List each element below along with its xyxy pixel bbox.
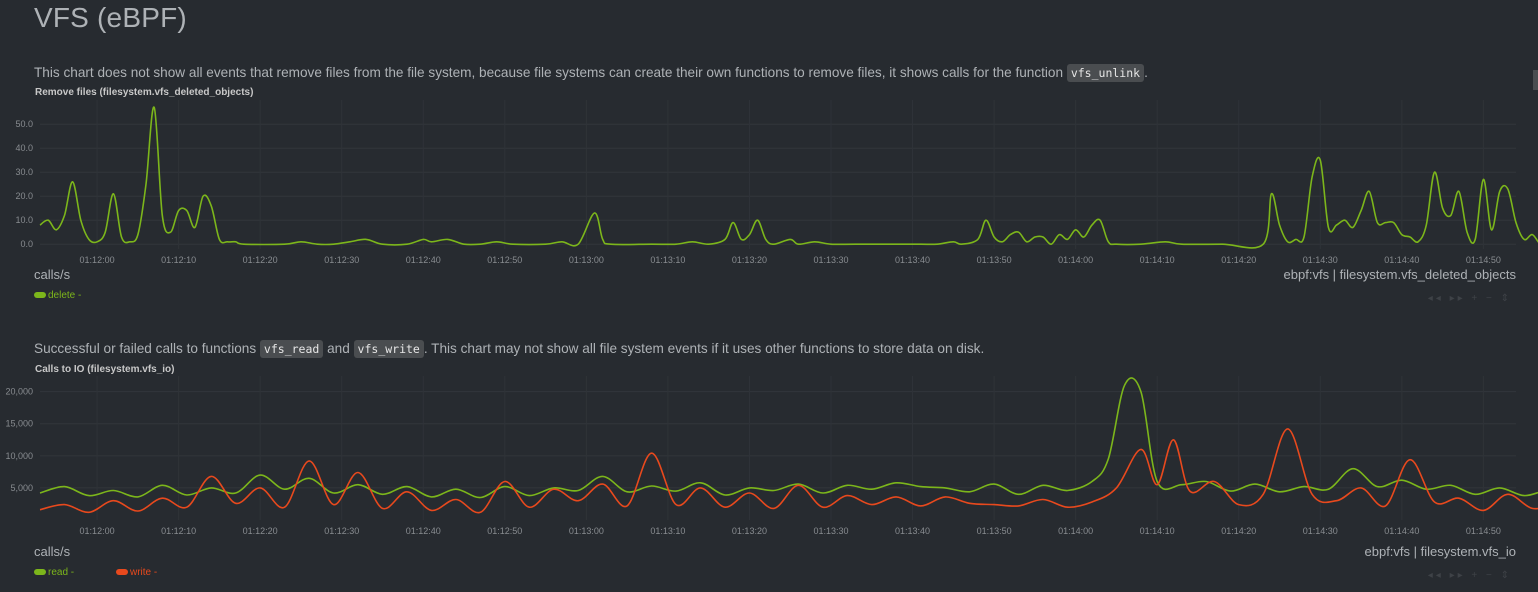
y-tick-label: 0.0 xyxy=(20,239,33,249)
y-tick-label: 40.0 xyxy=(15,143,33,153)
x-tick-label: 01:14:10 xyxy=(1140,255,1175,265)
legend-swatch xyxy=(116,569,128,576)
function-code: vfs_unlink xyxy=(1066,64,1145,82)
x-tick-label: 01:14:30 xyxy=(1303,255,1338,265)
x-tick-label: 01:14:00 xyxy=(1058,526,1093,536)
x-tick-label: 01:13:00 xyxy=(569,526,604,536)
description-text: This chart does not show all events that… xyxy=(34,65,1067,80)
chart-family: ebpf:vfs | filesystem.vfs_io xyxy=(1364,544,1517,559)
legend-item-read[interactable]: read - xyxy=(34,567,74,578)
y-tick-label: 20.0 xyxy=(15,191,33,201)
x-tick-label: 01:12:40 xyxy=(406,526,441,536)
chart-toolbox[interactable]: ◂◂ ▸▸ + − ⇕ xyxy=(1428,570,1512,581)
x-tick-label: 01:14:40 xyxy=(1384,255,1419,265)
x-tick-label: 01:13:00 xyxy=(569,255,604,265)
legend-swatch xyxy=(34,569,46,576)
series-line-write xyxy=(39,428,1538,514)
x-tick-label: 01:12:00 xyxy=(80,255,115,265)
x-tick-label: 01:12:00 xyxy=(80,526,115,536)
series-line-read xyxy=(39,377,1538,499)
page-scrollbar[interactable] xyxy=(1533,70,1538,90)
y-tick-label: 5,000 xyxy=(10,483,33,493)
chart-title: Remove files (filesystem.vfs_deleted_obj… xyxy=(35,87,254,98)
legend-swatch xyxy=(34,292,46,299)
legend-item-delete[interactable]: delete - xyxy=(34,290,81,301)
description-text-end: . xyxy=(1144,65,1148,80)
x-tick-label: 01:12:20 xyxy=(243,255,278,265)
y-tick-label: 10.0 xyxy=(15,215,33,225)
x-tick-label: 01:12:10 xyxy=(161,526,196,536)
x-tick-label: 01:14:10 xyxy=(1140,526,1175,536)
x-tick-label: 01:13:10 xyxy=(650,255,685,265)
chart-title: Calls to IO (filesystem.vfs_io) xyxy=(35,364,175,375)
y-tick-label: 50.0 xyxy=(15,119,33,129)
x-tick-label: 01:12:20 xyxy=(243,526,278,536)
x-tick-label: 01:12:40 xyxy=(406,255,441,265)
x-tick-label: 01:12:50 xyxy=(487,526,522,536)
x-tick-label: 01:13:30 xyxy=(813,526,848,536)
x-tick-label: 01:12:50 xyxy=(487,255,522,265)
x-tick-label: 01:14:00 xyxy=(1058,255,1093,265)
x-tick-label: 01:14:30 xyxy=(1303,526,1338,536)
x-tick-label: 01:13:50 xyxy=(977,526,1012,536)
chart-remove-files[interactable]: 0.0 10.0 20.0 30.0 40.0 50.0 01:12:00 01:12:10 0… xyxy=(0,100,1538,265)
x-tick-label: 01:13:20 xyxy=(732,526,767,536)
function-code: vfs_read xyxy=(259,340,324,358)
chart-description: Successful or failed calls to functions … xyxy=(34,340,985,358)
description-text-end: . This chart may not show all file syste… xyxy=(423,341,985,356)
x-tick-label: 01:14:50 xyxy=(1466,255,1501,265)
x-tick-label: 01:13:30 xyxy=(813,255,848,265)
series-line-delete xyxy=(39,106,1538,249)
x-tick-label: 01:13:10 xyxy=(650,526,685,536)
legend-name: write xyxy=(130,567,152,578)
x-tick-label: 01:13:40 xyxy=(895,255,930,265)
y-tick-label: 30.0 xyxy=(15,167,33,177)
chart-units: calls/s xyxy=(34,544,71,559)
y-tick-label: 20,000 xyxy=(5,387,33,397)
legend-value: - xyxy=(70,567,75,578)
y-tick-label: 10,000 xyxy=(5,451,33,461)
chart-description: This chart does not show all events that… xyxy=(34,64,1148,82)
legend-value: - xyxy=(78,290,82,301)
x-tick-label: 01:13:50 xyxy=(977,255,1012,265)
legend-item-write[interactable]: write - xyxy=(116,567,157,578)
chart-calls-to-io[interactable]: 5,000 10,000 15,000 20,000 01:12:00 01:12:10 0… xyxy=(0,376,1538,541)
x-tick-label: 01:14:20 xyxy=(1221,526,1256,536)
x-tick-label: 01:14:50 xyxy=(1466,526,1501,536)
legend-value: - xyxy=(153,567,158,578)
legend-name: delete xyxy=(48,290,76,301)
description-text-mid: and xyxy=(323,341,354,356)
section-title: VFS (eBPF) xyxy=(34,2,187,33)
x-tick-label: 01:12:10 xyxy=(161,255,196,265)
x-tick-label: 01:13:20 xyxy=(732,255,767,265)
chart-toolbox[interactable]: ◂◂ ▸▸ + − ⇕ xyxy=(1428,293,1512,304)
x-tick-label: 01:14:40 xyxy=(1384,526,1419,536)
x-tick-label: 01:12:30 xyxy=(324,526,359,536)
function-code: vfs_write xyxy=(353,340,424,358)
x-tick-label: 01:13:40 xyxy=(895,526,930,536)
chart-family: ebpf:vfs | filesystem.vfs_deleted_object… xyxy=(1283,267,1516,282)
description-text: Successful or failed calls to functions xyxy=(34,341,260,356)
x-tick-label: 01:14:20 xyxy=(1221,255,1256,265)
legend-name: read xyxy=(48,567,69,578)
x-tick-label: 01:12:30 xyxy=(324,255,359,265)
y-tick-label: 15,000 xyxy=(5,419,33,429)
chart-units: calls/s xyxy=(34,267,71,282)
